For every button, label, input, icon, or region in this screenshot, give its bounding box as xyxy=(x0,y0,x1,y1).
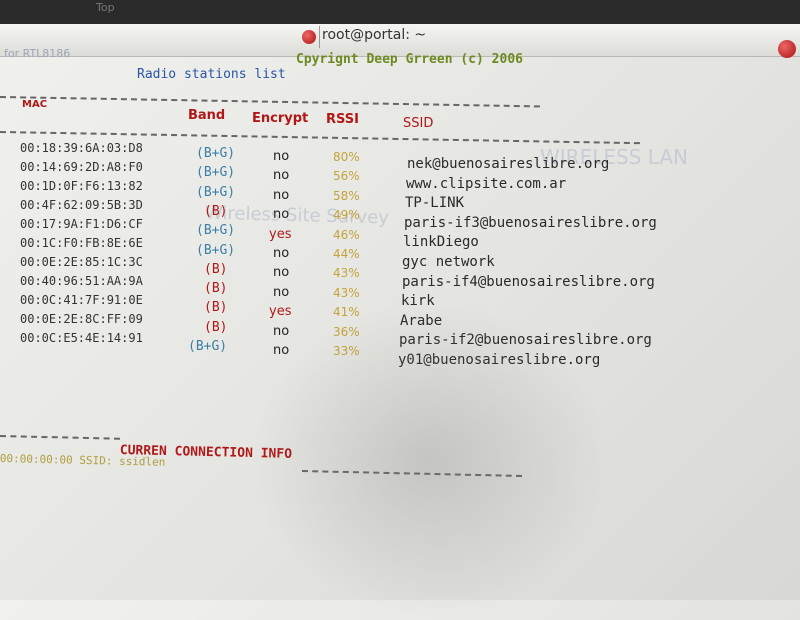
station-band-cell: (B) xyxy=(204,319,228,335)
station-rssi-cell: 44% xyxy=(333,247,360,261)
station-mac-cell: 00:0C:41:7F:91:0E xyxy=(20,293,143,307)
station-band-cell: (B+G) xyxy=(188,339,228,354)
station-band-cell: (B) xyxy=(204,300,228,316)
station-band-cell: (B+G) xyxy=(196,184,236,200)
station-band-cell: (B+G) xyxy=(196,146,236,161)
station-ssid-cell: paris-if3@buenosaireslibre.org xyxy=(404,214,657,231)
station-encrypt-cell: no xyxy=(273,246,290,261)
station-rssi-cell: 43% xyxy=(333,285,360,300)
station-encrypt-cell: no xyxy=(273,168,290,184)
station-mac-cell: 00:17:9A:F1:D6:CF xyxy=(20,217,143,231)
station-band-cell: (B+G) xyxy=(196,223,236,239)
station-band-cell: (B+G) xyxy=(196,165,236,181)
station-encrypt-cell: no xyxy=(273,284,290,300)
station-encrypt-cell: no xyxy=(273,187,290,203)
station-rssi-cell: 46% xyxy=(333,227,360,242)
station-band-cell: (B) xyxy=(204,261,228,277)
station-rssi-cell: 58% xyxy=(333,188,360,203)
station-encrypt-cell: no xyxy=(273,207,290,223)
station-ssid-cell: paris-if4@buenosaireslibre.org xyxy=(402,273,655,290)
station-rssi-cell: 80% xyxy=(333,150,360,164)
station-ssid-cell: nek@buenosaireslibre.org xyxy=(407,156,610,172)
station-band-cell: (B) xyxy=(204,281,228,297)
station-encrypt-cell: no xyxy=(273,265,290,281)
station-ssid-cell: linkDiego xyxy=(403,234,479,251)
reflection-shadow xyxy=(250,300,610,620)
station-encrypt-cell: yes xyxy=(269,226,292,242)
station-mac-cell: 00:14:69:2D:A8:F0 xyxy=(20,160,143,174)
station-rssi-cell: 56% xyxy=(333,169,360,184)
station-encrypt-cell: yes xyxy=(269,304,292,320)
station-mac-cell: 00:0E:2E:8C:FF:09 xyxy=(20,312,143,326)
station-rssi-cell: 49% xyxy=(333,208,360,223)
station-mac-cell: 00:40:96:51:AA:9A xyxy=(20,274,143,288)
station-mac-cell: 00:1D:0F:F6:13:82 xyxy=(20,179,143,193)
station-ssid-cell: www.clipsite.com.ar xyxy=(406,175,567,192)
station-rssi-cell: 43% xyxy=(333,266,360,281)
station-mac-cell: 00:0E:2E:85:1C:3C xyxy=(20,255,143,269)
station-mac-cell: 00:4F:62:09:5B:3D xyxy=(20,198,143,212)
station-ssid-cell: gyc network xyxy=(402,254,495,270)
station-encrypt-cell: no xyxy=(273,323,290,339)
station-mac-cell: 00:1C:F0:FB:8E:6E xyxy=(20,236,143,250)
station-encrypt-cell: no xyxy=(273,149,290,164)
station-ssid-cell: TP-LINK xyxy=(405,195,465,212)
station-band-cell: (B+G) xyxy=(196,242,236,258)
station-mac-cell: 00:18:39:6A:03:D8 xyxy=(20,141,143,155)
station-mac-cell: 00:0C:E5:4E:14:91 xyxy=(20,331,143,345)
station-band-cell: (B) xyxy=(204,203,228,219)
